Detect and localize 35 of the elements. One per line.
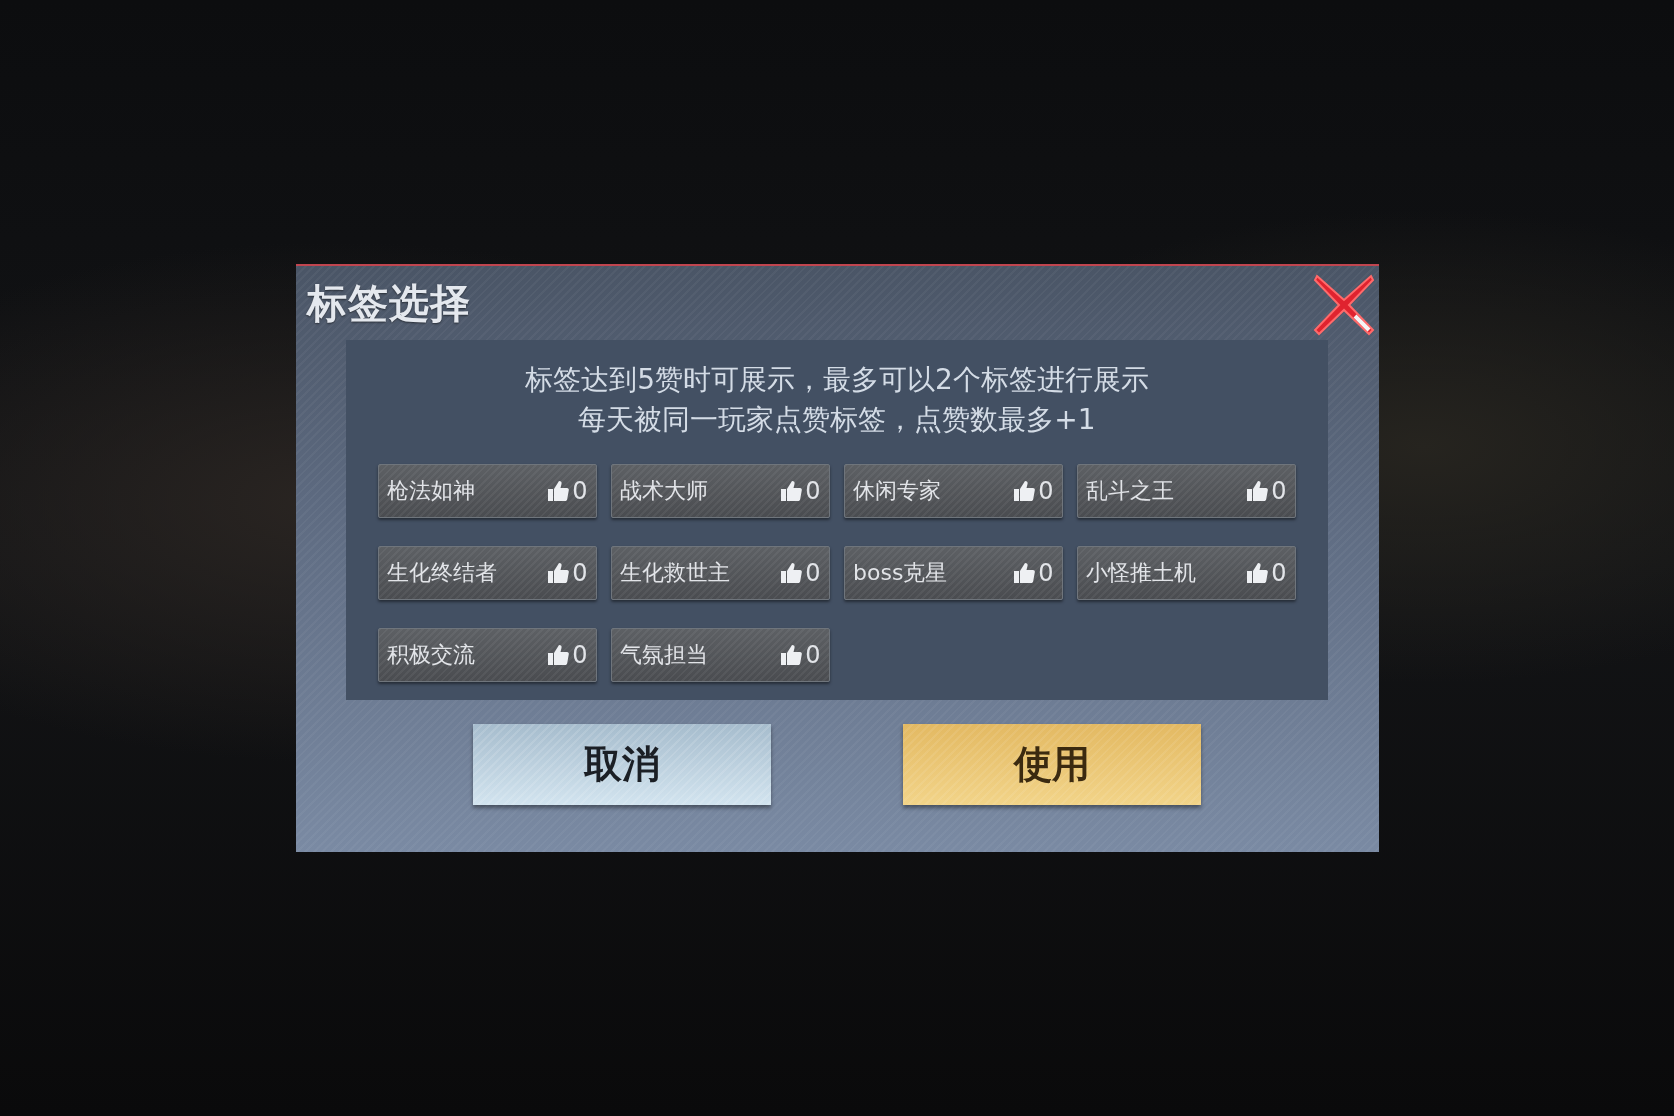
thumbs-up-icon bbox=[1246, 480, 1268, 502]
thumbs-up-icon bbox=[780, 644, 802, 666]
thumbs-up-icon bbox=[780, 480, 802, 502]
dialog-title: 标签选择 bbox=[306, 278, 471, 328]
thumbs-up-icon bbox=[547, 480, 569, 502]
thumbs-up-icon bbox=[780, 562, 802, 584]
tag-button[interactable]: 积极交流 0 bbox=[378, 628, 597, 682]
tag-button[interactable]: 战术大师 0 bbox=[611, 464, 830, 518]
tag-button[interactable]: 小怪推土机 0 bbox=[1077, 546, 1296, 600]
tag-button[interactable]: 生化终结者 0 bbox=[378, 546, 597, 600]
like-count: 0 bbox=[1271, 477, 1287, 505]
like-count: 0 bbox=[572, 559, 588, 587]
thumbs-up-icon bbox=[547, 644, 569, 666]
like-count: 0 bbox=[805, 641, 821, 669]
tag-button[interactable]: boss克星 0 bbox=[844, 546, 1063, 600]
info-text: 每天被同一玩家点赞标签，点赞数最多+1 bbox=[577, 402, 1097, 438]
tag-button[interactable]: 乱斗之王 0 bbox=[1077, 464, 1296, 518]
like-count: 0 bbox=[572, 641, 588, 669]
tag-button[interactable]: 生化救世主 0 bbox=[611, 546, 830, 600]
thumbs-up-icon bbox=[1013, 562, 1035, 584]
thumbs-up-icon bbox=[1246, 562, 1268, 584]
tag-button[interactable]: 枪法如神 0 bbox=[378, 464, 597, 518]
like-count: 0 bbox=[1038, 477, 1054, 505]
like-count: 0 bbox=[572, 477, 588, 505]
cancel-button[interactable]: 取消 bbox=[473, 724, 771, 805]
tag-button[interactable]: 气氛担当 0 bbox=[611, 628, 830, 682]
like-count: 0 bbox=[1038, 559, 1054, 587]
tag-button[interactable]: 休闲专家 0 bbox=[844, 464, 1063, 518]
thumbs-up-icon bbox=[547, 562, 569, 584]
like-count: 0 bbox=[1271, 559, 1287, 587]
like-count: 0 bbox=[805, 477, 821, 505]
info-text: 标签达到5赞时可展示，最多可以2个标签进行展示 bbox=[524, 362, 1150, 398]
like-count: 0 bbox=[805, 559, 821, 587]
use-button[interactable]: 使用 bbox=[903, 724, 1201, 805]
thumbs-up-icon bbox=[1013, 480, 1035, 502]
